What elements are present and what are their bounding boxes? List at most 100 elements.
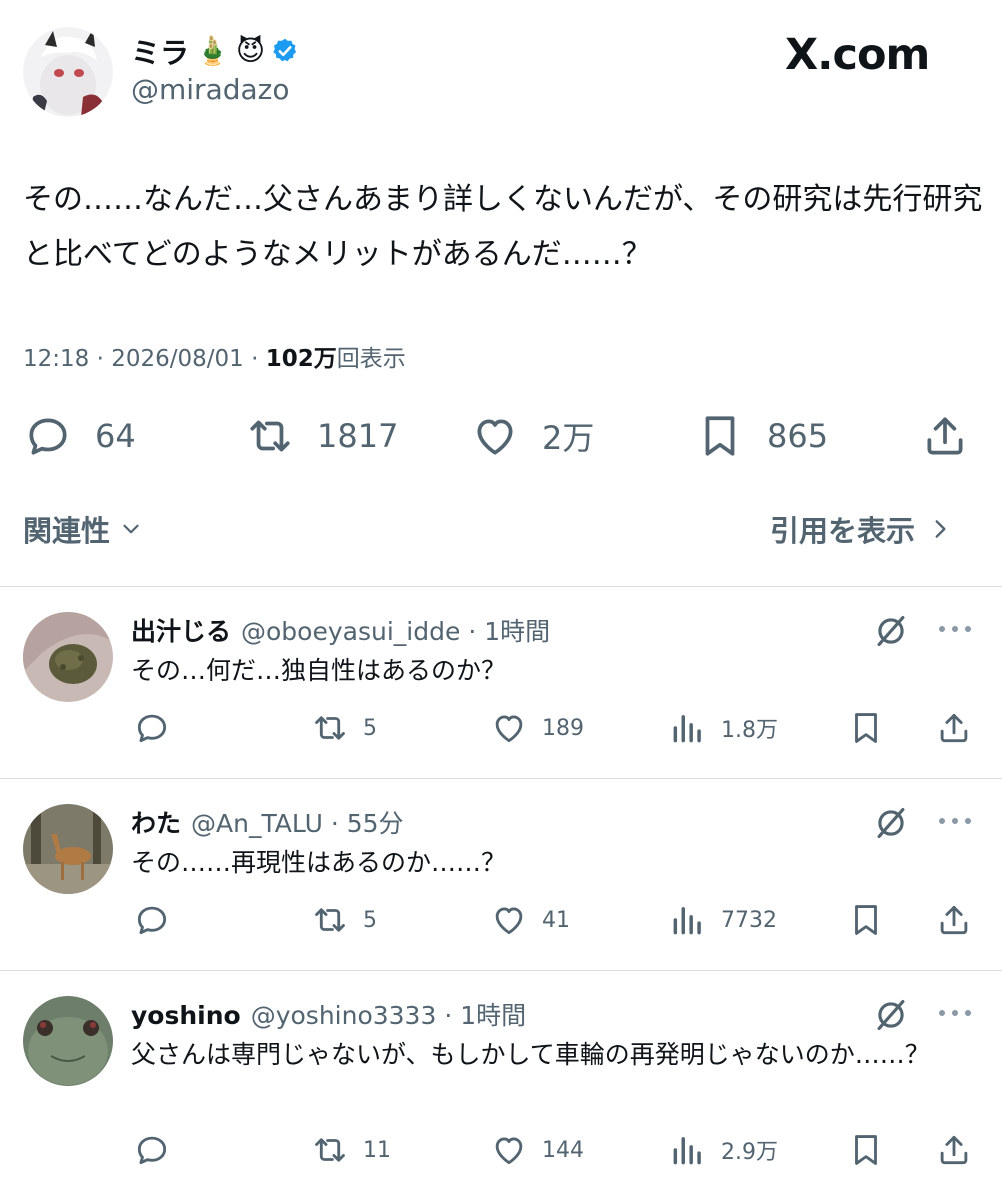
- bookmark-button[interactable]: [847, 900, 885, 940]
- like-button[interactable]: 144: [490, 1130, 584, 1170]
- views-button[interactable]: 7732: [669, 900, 777, 940]
- like-count: 2万: [542, 419, 595, 457]
- repost-icon: [315, 908, 345, 932]
- bookmark-icon: [705, 416, 735, 456]
- reply-time[interactable]: · 1時間: [468, 617, 550, 646]
- post-action-bar: 64 1817 2万 865: [0, 410, 1002, 462]
- verified-badge-icon: [271, 37, 299, 65]
- reply-author-name[interactable]: 出汁じる: [131, 617, 231, 646]
- quotes-label: 引用を表示: [770, 514, 916, 548]
- views-label: 回表示: [336, 346, 406, 372]
- reply-author-name[interactable]: わた: [131, 809, 181, 838]
- reply-header: yoshino @yoshino3333 · 1時間: [131, 996, 526, 1032]
- view-count: 102万: [265, 346, 337, 372]
- analytics-icon: [673, 907, 701, 935]
- like-button[interactable]: 2万: [470, 410, 594, 462]
- kadomatsu-emoji: 🎍: [195, 34, 230, 67]
- repost-button[interactable]: 5: [311, 900, 377, 940]
- bookmark-button[interactable]: [847, 1130, 885, 1170]
- heart-icon: [495, 1137, 523, 1165]
- share-button[interactable]: [920, 410, 970, 462]
- share-button[interactable]: [935, 1130, 973, 1170]
- analytics-icon: [673, 715, 701, 743]
- reply-button[interactable]: [133, 900, 171, 940]
- smiling-devil-emoji: 😈: [235, 34, 266, 67]
- like-button[interactable]: 189: [490, 708, 584, 748]
- relevance-label: 関連性: [23, 514, 111, 548]
- reply-action-bar: 5 189 1.8万: [0, 708, 1002, 748]
- reply-avatar[interactable]: [23, 612, 113, 702]
- reply-action-bar: 5 41 7732: [0, 900, 1002, 940]
- bookmark-button[interactable]: 865: [695, 410, 828, 462]
- heart-icon: [495, 907, 523, 935]
- reply-text: その……再現性はあるのか……？: [131, 848, 507, 877]
- x-com-watermark: X.com: [785, 30, 930, 80]
- like-count: 189: [542, 715, 584, 741]
- share-icon: [927, 417, 963, 455]
- display-name-text: ミラ: [131, 36, 190, 70]
- reply-avatar[interactable]: [23, 996, 113, 1086]
- reply-action-bar: 11 144 2.9万: [0, 1130, 1002, 1170]
- repost-count: 1817: [317, 417, 399, 455]
- author-display-name[interactable]: ミラ 🎍 😈: [131, 30, 299, 72]
- views-button[interactable]: 1.8万: [669, 708, 778, 748]
- like-button[interactable]: 41: [490, 900, 570, 940]
- reply-avatar[interactable]: [23, 804, 113, 894]
- grok-icon[interactable]: [872, 612, 910, 650]
- reply-count: 64: [95, 417, 136, 455]
- reply-author-handle[interactable]: @An_TALU: [191, 809, 323, 838]
- repost-button[interactable]: 1817: [245, 410, 398, 462]
- reply-text: その…何だ…独自性はあるのか？: [131, 656, 507, 685]
- repost-count: 5: [363, 715, 377, 741]
- views-button[interactable]: 2.9万: [669, 1130, 778, 1170]
- view-quotes-link[interactable]: 引用を表示: [770, 508, 951, 550]
- reply-header: 出汁じる @oboeyasui_idde · 1時間: [131, 612, 550, 648]
- repost-button[interactable]: 5: [311, 708, 377, 748]
- repost-button[interactable]: 11: [311, 1130, 391, 1170]
- grok-icon[interactable]: [872, 996, 910, 1034]
- sort-relevance-dropdown[interactable]: 関連性: [23, 508, 144, 550]
- reply-button[interactable]: [133, 708, 171, 748]
- reply-icon: [137, 1136, 167, 1165]
- share-button[interactable]: [935, 900, 973, 940]
- bookmark-count: 865: [767, 417, 829, 455]
- author-handle[interactable]: @miradazo: [131, 73, 289, 106]
- reply-author-name[interactable]: yoshino: [131, 1001, 241, 1030]
- repost-icon: [315, 716, 345, 740]
- reply-time[interactable]: · 1時間: [444, 1001, 526, 1030]
- reply-author-handle[interactable]: @yoshino3333: [251, 1001, 437, 1030]
- reply-button[interactable]: 64: [23, 410, 136, 462]
- reply-author-handle[interactable]: @oboeyasui_idde: [241, 617, 460, 646]
- divider: [0, 586, 1002, 587]
- bookmark-button[interactable]: [847, 708, 885, 748]
- view-count: 2.9万: [721, 1140, 778, 1165]
- repost-count: 11: [363, 1137, 391, 1163]
- more-options-icon[interactable]: [937, 1006, 973, 1020]
- repost-icon: [315, 1138, 345, 1162]
- reply-time[interactable]: · 55分: [331, 809, 404, 838]
- repost-count: 5: [363, 907, 377, 933]
- like-count: 41: [542, 907, 570, 933]
- grok-icon[interactable]: [872, 804, 910, 842]
- view-count: 7732: [721, 907, 777, 933]
- more-options-icon[interactable]: [937, 814, 973, 828]
- post-timestamp[interactable]: 12:18 · 2026/08/01 ·: [23, 346, 266, 372]
- divider: [0, 778, 1002, 779]
- reply-icon: [29, 418, 67, 455]
- bookmark-icon: [855, 1135, 877, 1165]
- more-options-icon[interactable]: [937, 622, 973, 636]
- author-avatar[interactable]: [23, 27, 113, 117]
- share-icon: [940, 905, 968, 935]
- divider: [0, 970, 1002, 971]
- reply-text: 父さんは専門じゃないが、もしかして車輪の再発明じゃないのか……？: [131, 1040, 930, 1069]
- bookmark-icon: [855, 713, 877, 743]
- reply-header: わた @An_TALU · 55分: [131, 804, 404, 840]
- post-text: その……なんだ…父さんあまり詳しくないんだが、その研究は先行研究と比べてどのよう…: [23, 182, 983, 272]
- share-button[interactable]: [935, 708, 973, 748]
- view-count: 1.8万: [721, 718, 778, 743]
- reply-icon: [137, 906, 167, 935]
- heart-icon: [495, 715, 523, 743]
- analytics-icon: [673, 1137, 701, 1165]
- reply-button[interactable]: [133, 1130, 171, 1170]
- heart-icon: [477, 419, 513, 455]
